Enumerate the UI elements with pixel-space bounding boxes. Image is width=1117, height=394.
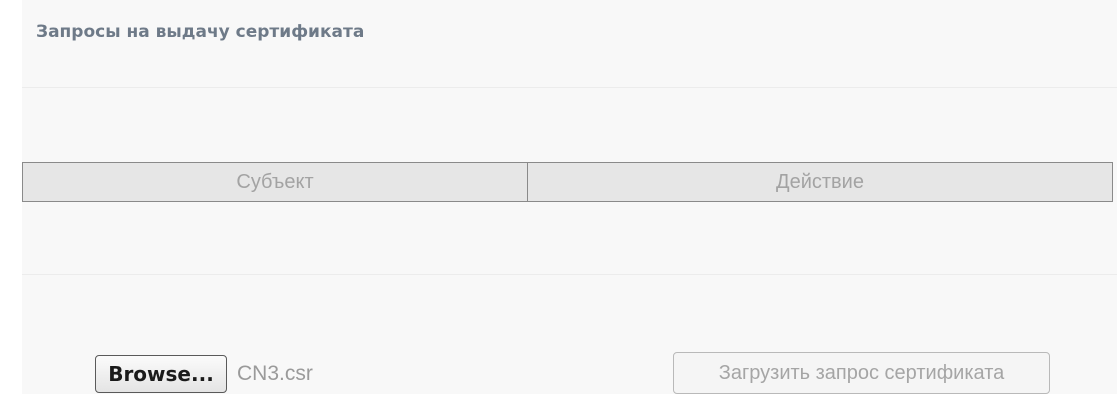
section-title: Запросы на выдачу сертификата <box>36 22 365 42</box>
divider <box>22 274 1117 275</box>
requests-table-header: Субъект Действие <box>22 162 1113 202</box>
upload-certificate-request-button[interactable]: Загрузить запрос сертификата <box>673 352 1050 394</box>
divider <box>22 87 1117 88</box>
column-header-subject: Субъект <box>23 163 528 201</box>
browse-button[interactable]: Browse... <box>95 355 227 393</box>
selected-file-name: CN3.csr <box>237 362 313 385</box>
column-header-action: Действие <box>776 170 864 193</box>
